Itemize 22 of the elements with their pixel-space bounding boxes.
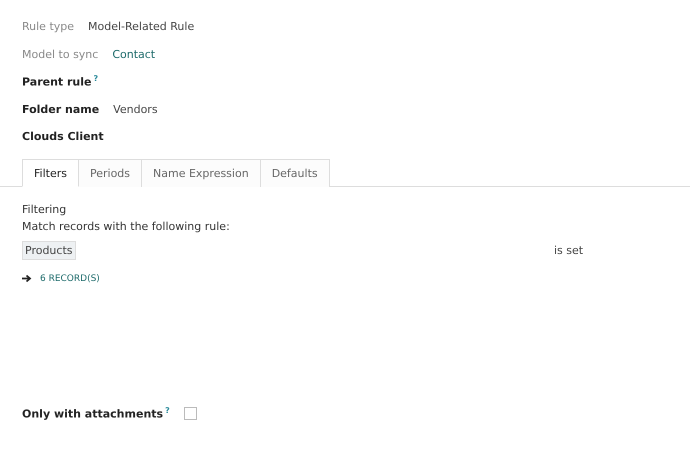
tab[interactable]: Defaults xyxy=(260,158,330,186)
field-label: Parent rule $^{?}$ xyxy=(22,74,98,90)
description-text: Match records with the following rule: xyxy=(22,220,231,232)
help-icon[interactable]: ? xyxy=(165,406,170,416)
field-label: Only with attachments $^{?}$ xyxy=(22,406,170,421)
field-link[interactable]: Contact xyxy=(112,48,156,61)
rule-operator: is set xyxy=(554,244,584,256)
field-value: Model-Related Rule xyxy=(88,20,194,34)
rule-field[interactable]: Products xyxy=(22,240,76,260)
field-label: Folder name xyxy=(22,102,100,116)
field-label: Clouds Client xyxy=(22,130,104,144)
field-value: Vendors xyxy=(113,102,158,116)
field-label: Rule type xyxy=(22,20,74,34)
tab[interactable]: Periods xyxy=(78,158,142,186)
records-link[interactable]: 6 RECORD(S) xyxy=(22,274,100,284)
arrow-icon xyxy=(22,274,32,283)
checkbox[interactable] xyxy=(184,407,197,420)
help-icon[interactable]: ? xyxy=(93,74,98,84)
tab[interactable]: Name Expression xyxy=(142,158,261,186)
field-label: Model to sync xyxy=(22,48,98,61)
tab[interactable]: Filters xyxy=(22,158,79,186)
section-title: Filtering xyxy=(22,202,68,216)
